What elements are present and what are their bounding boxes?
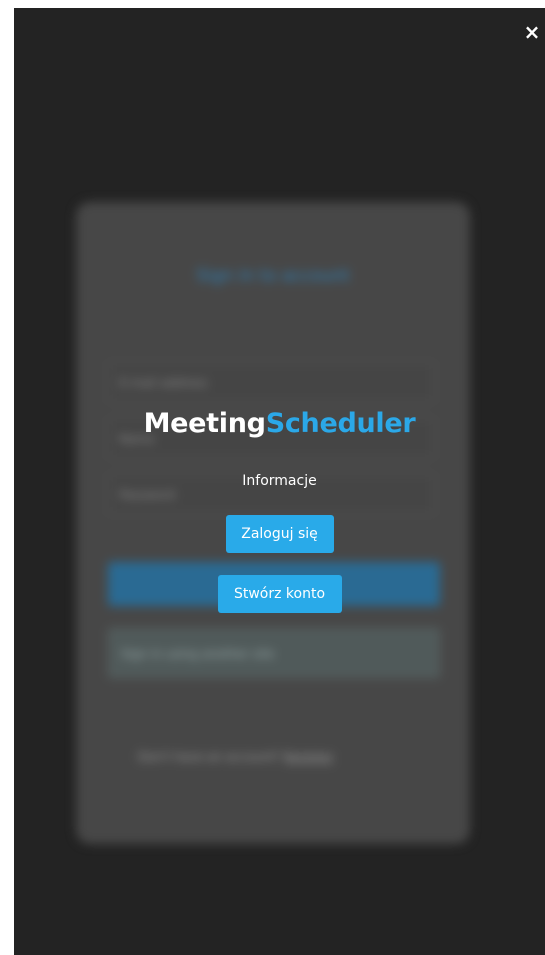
close-icon[interactable]: × (521, 21, 543, 43)
overlay-menu: MeetingScheduler Informacje Zaloguj się … (14, 408, 545, 613)
background-form-title: Sign in to account (196, 266, 350, 286)
screen: Sign in to account E-mail address Name P… (0, 0, 545, 955)
login-button[interactable]: Zaloguj się (225, 515, 334, 553)
background-email-field: E-mail address (108, 362, 434, 402)
info-link[interactable]: Informacje (242, 473, 316, 489)
background-alt-login: Sign in using another site (108, 628, 440, 678)
create-account-button[interactable]: Stwórz konto (217, 575, 342, 613)
app-viewport: Sign in to account E-mail address Name P… (14, 8, 545, 955)
logo-scheduler: Scheduler (265, 408, 416, 439)
app-logo[interactable]: MeetingScheduler (14, 408, 545, 439)
background-footer-link: Register (284, 750, 334, 764)
background-footer: Don't have an account? Register (138, 750, 333, 764)
logo-meeting: Meeting (143, 408, 266, 439)
background-footer-text: Don't have an account? (138, 750, 281, 764)
